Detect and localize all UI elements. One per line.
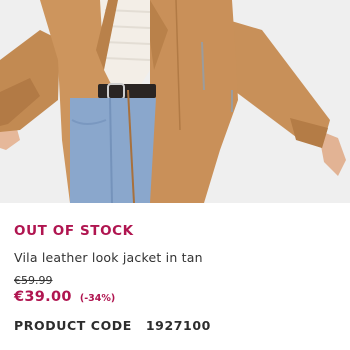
product-code-value: 1927100 (145, 318, 211, 333)
product-image[interactable] (0, 0, 350, 203)
stock-status: OUT OF STOCK (14, 223, 134, 239)
product-page: OUT OF STOCK Vila leather look jacket in… (0, 0, 350, 350)
discount-badge: (-34%) (79, 293, 116, 304)
price-row: €39.00 (-34%) (14, 286, 115, 305)
product-info: OUT OF STOCK Vila leather look jacket in… (0, 203, 350, 350)
jacket-model-photo (0, 0, 350, 203)
product-name: Vila leather look jacket in tan (14, 250, 203, 265)
current-price: €39.00 (14, 289, 72, 305)
product-code-row: PRODUCT CODE 1927100 (14, 318, 211, 333)
product-code-label: PRODUCT CODE (14, 318, 132, 333)
